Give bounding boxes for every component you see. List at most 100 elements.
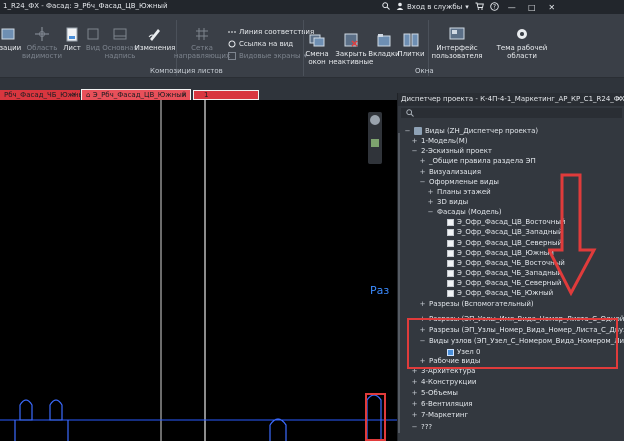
elevation-view-icon bbox=[447, 249, 454, 257]
collapse-toggle[interactable]: − bbox=[404, 127, 411, 135]
collapse-toggle[interactable]: − bbox=[411, 147, 418, 155]
expand-toggle[interactable]: + bbox=[411, 411, 418, 419]
maximize-button[interactable]: □ bbox=[525, 3, 539, 12]
workspace-theme-button[interactable]: Тема рабочей области bbox=[492, 26, 552, 60]
sheet-icon bbox=[64, 26, 80, 42]
user-interface-icon bbox=[449, 26, 465, 42]
tree-node-general-rules[interactable]: + _Общие правила раздела ЭП bbox=[419, 156, 536, 166]
search-icon bbox=[406, 109, 414, 119]
elevation-view-icon bbox=[447, 259, 454, 267]
tree-leaf-facade[interactable]: Э_Офр_Фасад_ЧБ_Северный bbox=[447, 278, 561, 288]
guide-grid-button[interactable]: Сетка направляющих bbox=[174, 26, 230, 60]
user-icon bbox=[396, 2, 404, 12]
tree-node-volumes[interactable]: + 5-Объемы bbox=[411, 388, 458, 398]
view-button[interactable]: Вид bbox=[84, 26, 102, 52]
switch-windows-button[interactable]: Смена окон bbox=[305, 32, 329, 66]
tile-views-button[interactable]: Плитки bbox=[397, 32, 425, 58]
title-bar: 1_R24_ФХ - Фасад: Э_Рбч_Фасад_ЦВ_Южный В… bbox=[0, 0, 624, 14]
expand-toggle[interactable]: + bbox=[411, 389, 418, 397]
close-icon[interactable]: ✕ bbox=[181, 90, 187, 100]
tree-node-sections-aux[interactable]: + Разрезы (Вспомогательный) bbox=[419, 299, 534, 309]
tree-node-3d-views[interactable]: + 3D виды bbox=[427, 197, 469, 207]
elevation-view-icon bbox=[447, 269, 454, 277]
tab-new[interactable]: 1 bbox=[193, 90, 259, 100]
tree-node-visualization[interactable]: + Визуализация bbox=[419, 167, 482, 177]
elevation-view-icon bbox=[447, 289, 454, 297]
revisions-button[interactable]: Изменения bbox=[135, 26, 175, 52]
tree-leaf-facade[interactable]: Э_Офр_Фасад_ЦВ_Северный bbox=[447, 238, 562, 248]
grid-icon bbox=[194, 26, 210, 42]
view-reference-icon bbox=[228, 40, 236, 48]
browser-search-input[interactable] bbox=[401, 108, 622, 118]
tree-node-root[interactable]: − Виды (ZH_Диспетчер проекта) bbox=[404, 126, 538, 136]
elevation-view-icon bbox=[447, 218, 454, 226]
close-button[interactable]: ✕ bbox=[545, 3, 559, 12]
expand-toggle[interactable]: + bbox=[419, 168, 426, 176]
user-interface-button[interactable]: Интерфейс пользователя bbox=[432, 26, 482, 60]
help-icon[interactable]: ? bbox=[490, 1, 499, 13]
tree-node-model[interactable]: + 1-Модель(М) bbox=[411, 136, 468, 146]
signin-button[interactable]: Вход в службы ▾ bbox=[396, 2, 469, 12]
cart-icon[interactable] bbox=[475, 2, 484, 12]
collapse-toggle[interactable]: − bbox=[411, 423, 418, 431]
tree-node-facades[interactable]: − Фасады (Модель) bbox=[427, 207, 502, 217]
title-block-button[interactable]: Основная надпись bbox=[102, 26, 138, 60]
tree-node-marketing[interactable]: + 7-Маркетинг bbox=[411, 410, 469, 420]
expand-toggle[interactable]: + bbox=[419, 300, 426, 308]
highlight-box-canvas bbox=[365, 393, 386, 441]
ribbon: изации Область видимости Лист Вид Основн… bbox=[0, 14, 624, 78]
tree-leaf-facade[interactable]: Э_Офр_Фасад_ЦВ_Южный bbox=[447, 248, 554, 258]
tab-rbch-facade-chb[interactable]: Рбч_Фасад_ЧБ_Южный ✕ bbox=[0, 90, 89, 100]
expand-toggle[interactable]: + bbox=[411, 378, 418, 386]
tree-node-sketch-project[interactable]: − 2-Эскизный проект bbox=[411, 146, 492, 156]
steering-wheel-icon[interactable] bbox=[370, 115, 380, 125]
tree-node-unknown[interactable]: − ??? bbox=[411, 422, 433, 432]
close-icon[interactable]: ✕ bbox=[616, 93, 622, 106]
drawing-canvas[interactable]: Раз bbox=[0, 100, 397, 441]
tree-scroll-track[interactable] bbox=[398, 133, 400, 433]
close-icon[interactable]: ✕ bbox=[71, 90, 77, 100]
navigation-bar[interactable] bbox=[368, 112, 382, 164]
scope-box-button[interactable]: Область видимости bbox=[22, 26, 62, 60]
zoom-icon[interactable] bbox=[371, 139, 379, 147]
window-title: 1_R24_ФХ - Фасад: Э_Рбч_Фасад_ЦВ_Южный bbox=[3, 2, 168, 10]
elevation-view-icon bbox=[447, 239, 454, 247]
tree-node-floor-plans[interactable]: + Планы этажей bbox=[427, 187, 491, 197]
drawing-area bbox=[0, 100, 397, 441]
tree-leaf-facade[interactable]: Э_Офр_Фасад_ЦВ_Западный bbox=[447, 227, 563, 237]
tab-views-button[interactable]: Вкладки bbox=[368, 32, 400, 58]
matchline-icon bbox=[228, 28, 236, 36]
revisions-icon bbox=[147, 26, 163, 42]
expand-toggle[interactable]: + bbox=[411, 137, 418, 145]
collapse-toggle[interactable]: − bbox=[419, 178, 426, 186]
section-label: Раз bbox=[370, 284, 390, 297]
elevation-view-icon bbox=[447, 228, 454, 236]
ization-button[interactable]: изации bbox=[0, 26, 22, 52]
signin-label: Вход в службы bbox=[407, 3, 463, 11]
viewports-button[interactable]: Видовые экраны ▾ bbox=[228, 52, 307, 60]
minimize-button[interactable]: — bbox=[505, 3, 519, 12]
elevation-view-icon bbox=[447, 279, 454, 287]
tree-node-structures[interactable]: + 4-Конструкции bbox=[411, 377, 477, 387]
tree-leaf-facade[interactable]: Э_Офр_Фасад_ЧБ_Южный bbox=[447, 288, 553, 298]
expand-toggle[interactable]: + bbox=[411, 400, 418, 408]
search-icon[interactable] bbox=[382, 2, 390, 12]
expand-toggle[interactable]: + bbox=[427, 188, 434, 196]
collapse-toggle[interactable]: − bbox=[427, 208, 434, 216]
expand-toggle[interactable]: + bbox=[427, 198, 434, 206]
matchline-button[interactable]: Линия соответствия bbox=[228, 28, 314, 36]
view-reference-button[interactable]: Ссылка на вид bbox=[228, 40, 293, 48]
tree-node-ventilation[interactable]: + 6-Вентиляция bbox=[411, 399, 473, 409]
close-inactive-button[interactable]: Закрыть неактивные bbox=[329, 32, 373, 66]
chevron-down-icon: ▾ bbox=[465, 3, 469, 11]
tab-views-icon bbox=[376, 32, 392, 48]
sheet-button[interactable]: Лист bbox=[61, 26, 83, 52]
scope-box-icon bbox=[34, 26, 50, 42]
views-icon bbox=[414, 127, 422, 135]
tree-leaf-facade[interactable]: Э_Офр_Фасад_ЧБ_Западный bbox=[447, 268, 562, 278]
panel-sheet-composition: Композиция листов bbox=[150, 67, 223, 75]
ribbon-separator bbox=[303, 20, 304, 76]
tab-e-rbch-facade-cv[interactable]: ⌂ Э_Рбч_Фасад_ЦВ_Южный ✕ bbox=[81, 89, 191, 101]
tree-node-formatted-views[interactable]: − Оформленые виды bbox=[419, 177, 499, 187]
expand-toggle[interactable]: + bbox=[419, 157, 426, 165]
